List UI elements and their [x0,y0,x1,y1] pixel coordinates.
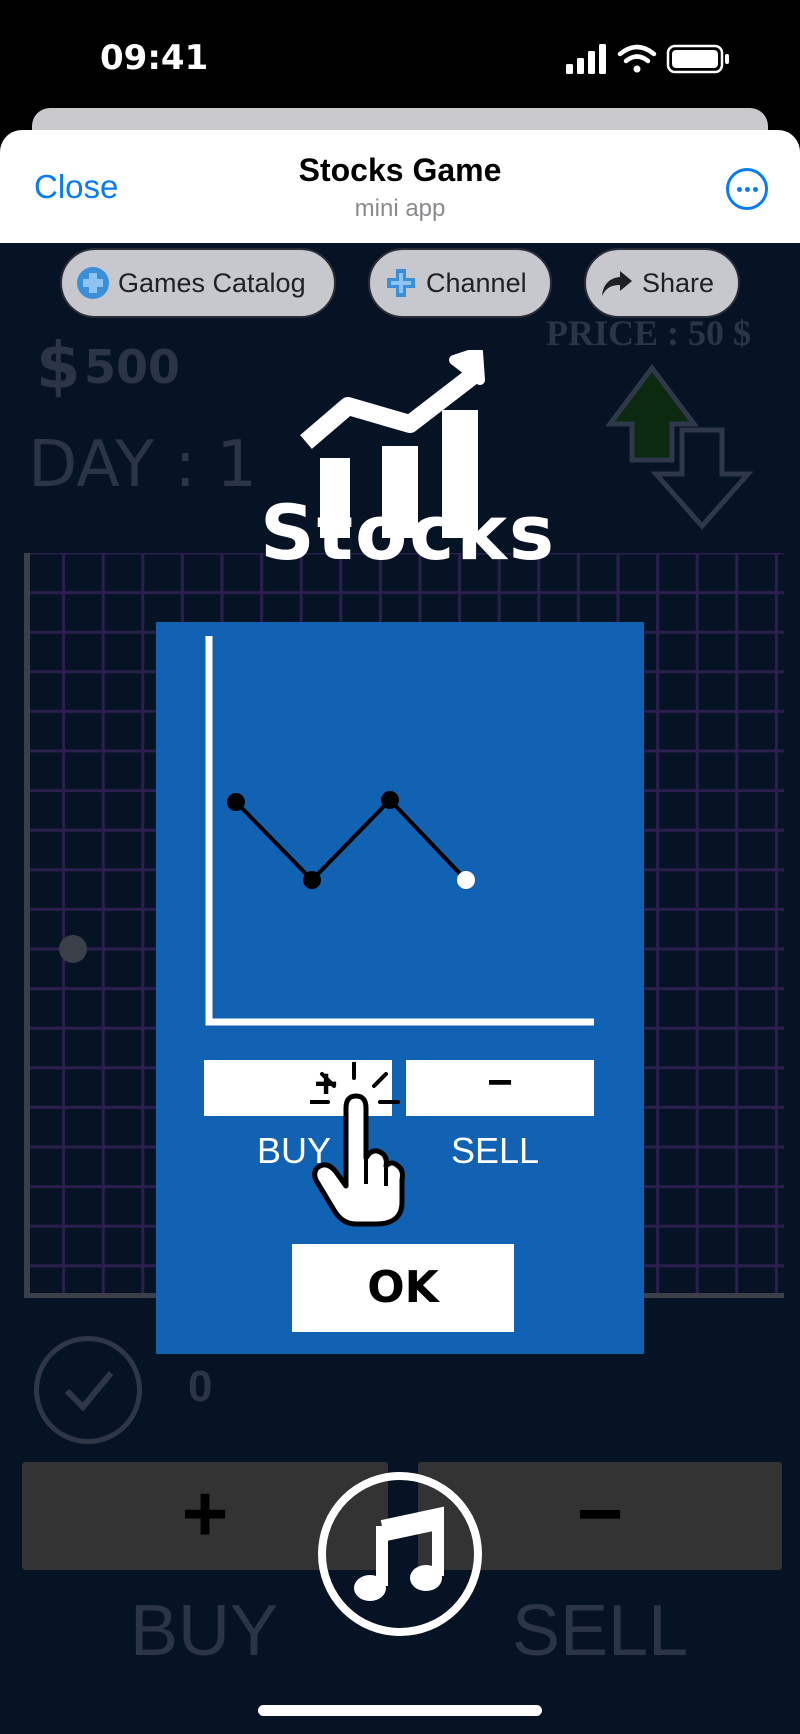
money-value: 500 [84,340,181,394]
day-counter: DAY : 1 [28,428,258,502]
signal-icon [566,44,606,74]
tutorial-sell-button[interactable]: − [406,1058,594,1116]
ok-button[interactable]: OK [292,1244,514,1332]
app-subtitle: mini app [354,195,446,222]
sell-label: SELL [512,1591,689,1671]
home-indicator [258,1705,542,1716]
app-title: Stocks Game [298,152,502,188]
tutorial-chart [205,636,594,1026]
share-label: Share [642,267,715,298]
money-icon: $ [36,330,81,404]
games-catalog-label: Games Catalog [118,267,306,298]
trend-arrows-icon [606,363,754,530]
share-arrow-icon [602,271,632,296]
tap-hand-icon [310,1062,405,1227]
share-button[interactable]: Share [584,248,740,318]
gamepad-icon [77,267,109,299]
channel-label: Channel [426,267,527,298]
status-icons [566,44,729,74]
price-marker [59,935,87,963]
wifi-icon [617,44,657,73]
games-catalog-button[interactable]: Games Catalog [60,248,336,318]
stocks-logo-text: Stocks [260,488,557,577]
more-icon[interactable] [726,168,768,210]
music-note-icon [354,1506,444,1601]
ok-label: OK [367,1262,439,1313]
status-time: 09:41 [100,38,209,78]
shares-count: 0 [188,1362,213,1411]
buy-label: BUY [130,1591,279,1671]
music-toggle-button[interactable] [318,1472,482,1636]
check-icon [34,1336,142,1444]
tutorial-sell-symbol: − [487,1058,513,1107]
price-display: PRICE : 50 $ [546,313,751,353]
channel-button[interactable]: Channel [368,248,552,318]
gamepad-icon [387,269,415,297]
battery-icon [666,44,729,74]
tutorial-sell-label: SELL [450,1130,540,1171]
